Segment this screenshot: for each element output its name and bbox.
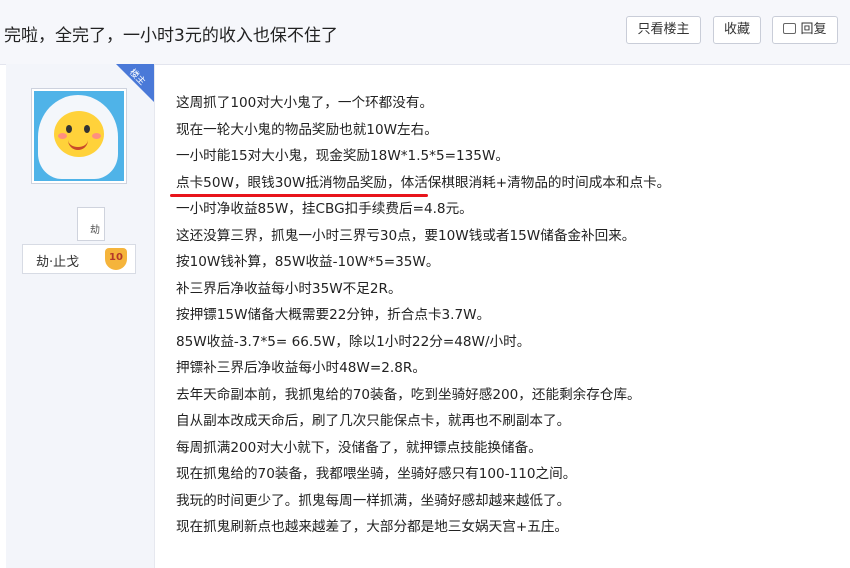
post-line: 我玩的时间更少了。抓鬼每周一样抓满，坐骑好感却越来越低了。 bbox=[176, 492, 571, 509]
level-badge: 10 bbox=[105, 248, 129, 270]
avatar[interactable] bbox=[31, 88, 127, 184]
post-line: 每周抓满200对大小就下，没储备了，就押镖点技能换储备。 bbox=[176, 439, 542, 456]
post-line: 现在抓鬼刷新点也越来越差了，大部分都是地三女娲天宫+五庄。 bbox=[176, 519, 569, 535]
author-only-button[interactable]: 只看楼主 bbox=[626, 16, 701, 44]
reply-button-label: 回复 bbox=[800, 22, 827, 37]
post-line: 按押镖15W储备大概需要22分钟，折合点卡3.7W。 bbox=[176, 307, 491, 323]
post-body: 这周抓了100对大小鬼了，一个环都没有。 现在一轮大小鬼的物品奖励也就10W左右。… bbox=[170, 90, 836, 541]
post-line: 补三界后净收益每小时35W不足2R。 bbox=[176, 280, 402, 297]
reply-button[interactable]: 回复 bbox=[772, 16, 838, 44]
post-line: 一小时能15对大小鬼，现金奖励18W*1.5*5=135W。 bbox=[176, 148, 509, 164]
post-line: 点卡50W，眼钱30W抵消物品奖励，体活保棋眼消耗+清物品的时间成本和点卡。 bbox=[176, 174, 671, 191]
post-line: 去年天命副本前，我抓鬼给的70装备，吃到坐骑好感200，还能剩余存仓库。 bbox=[176, 386, 641, 403]
post-line: 自从副本改成天命后，刷了几次只能保点卡，就再也不刷副本了。 bbox=[176, 413, 571, 429]
page-title: 完啦，全完了，一小时3元的收入也保不住了 bbox=[4, 26, 338, 46]
post-line: 现在一轮大小鬼的物品奖励也就10W左右。 bbox=[176, 121, 438, 138]
reply-icon bbox=[783, 23, 797, 34]
favorite-button[interactable]: 收藏 bbox=[713, 16, 761, 44]
post-line: 这还没算三界，抓鬼一小时三界亏30点，要10W钱或者15W储备金补回来。 bbox=[176, 227, 636, 244]
username-card[interactable]: 劫·止戈 10 bbox=[22, 244, 136, 274]
post-header: 完啦，全完了，一小时3元的收入也保不住了 只看楼主 收藏 回复 bbox=[0, 0, 850, 65]
post-line: 85W收益-3.7*5= 66.5W，除以1小时22分=48W/小时。 bbox=[176, 333, 531, 350]
avatar-image bbox=[34, 91, 124, 181]
post-line: 按10W钱补算，85W收益-10W*5=35W。 bbox=[176, 254, 440, 270]
username[interactable]: 劫·止戈 bbox=[36, 251, 79, 270]
author-panel: 楼主 劫 劫·止戈 10 bbox=[6, 64, 155, 568]
mini-card-text: 劫 bbox=[90, 225, 100, 236]
level-number: 10 bbox=[109, 252, 123, 263]
post-line: 现在抓鬼给的70装备，我都喂坐骑，坐骑好感只有100-110之间。 bbox=[176, 466, 577, 482]
highlight-underline bbox=[170, 194, 428, 197]
post-line: 押镖补三界后净收益每小时48W=2.8R。 bbox=[176, 360, 426, 376]
post-line: 这周抓了100对大小鬼了，一个环都没有。 bbox=[176, 95, 434, 111]
post-line: 一小时净收益85W，挂CBG扣手续费后=4.8元。 bbox=[176, 201, 473, 217]
